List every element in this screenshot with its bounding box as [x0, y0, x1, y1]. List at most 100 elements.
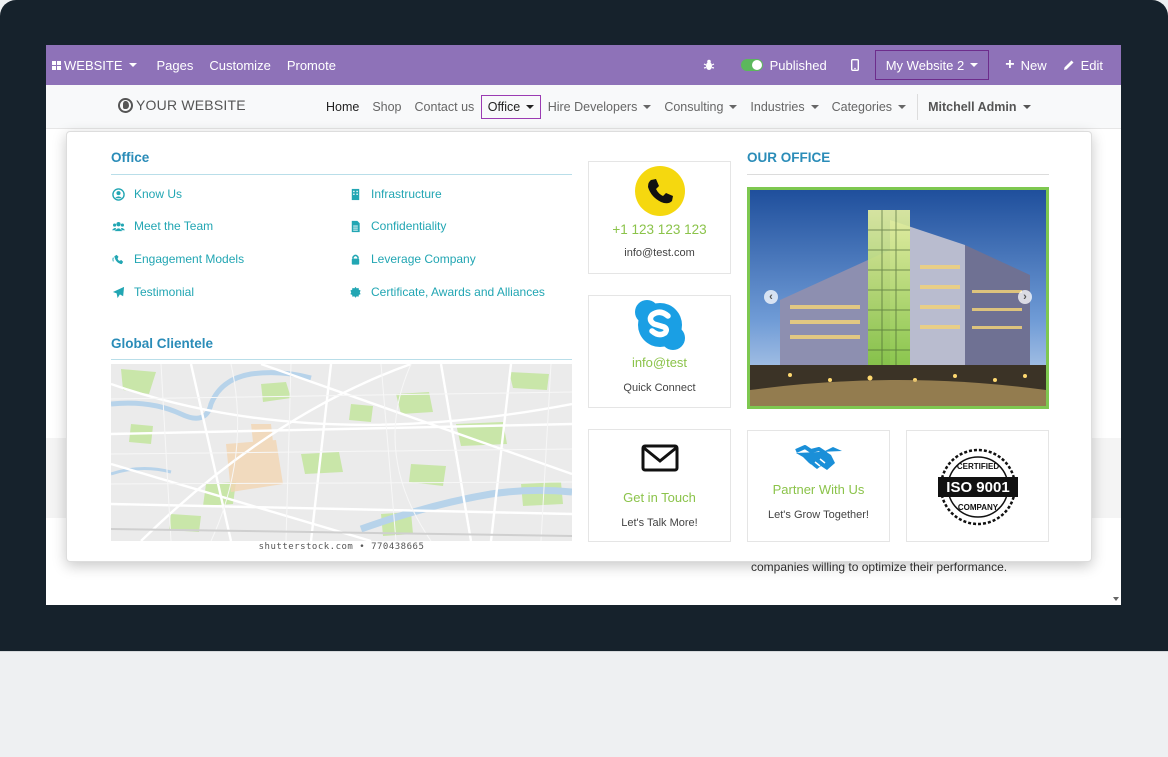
website-menu[interactable]: WEBSITE — [46, 45, 145, 85]
clientele-map — [111, 364, 572, 541]
caret-down-icon — [1022, 105, 1031, 109]
link-confidentiality[interactable]: Confidentiality — [348, 219, 446, 233]
promote-menu[interactable]: Promote — [279, 45, 344, 85]
carousel-next-button[interactable]: › — [1018, 290, 1032, 304]
caret-down-icon — [898, 105, 907, 109]
link-infrastructure-label: Infrastructure — [371, 187, 442, 201]
link-certificate-label: Certificate, Awards and Alliances — [371, 285, 545, 299]
nav-divider — [916, 94, 918, 120]
link-leverage-label: Leverage Company — [371, 252, 476, 266]
website-switcher[interactable]: My Website 2 — [874, 50, 990, 80]
partner-card[interactable]: Partner With Us Let's Grow Together! — [747, 430, 890, 542]
admin-bar-right: Published My Website 2 + New Edit — [695, 45, 1121, 85]
caret-down-icon — [970, 63, 979, 67]
customize-menu[interactable]: Customize — [201, 45, 278, 85]
office-section-title: Office — [111, 150, 150, 165]
iso-9001-seal: ISO 9001 CERTIFIED COMPANY — [937, 448, 1018, 526]
nav-contact[interactable]: Contact us — [408, 100, 481, 114]
skype-icon — [634, 300, 685, 350]
nav-shop[interactable]: Shop — [366, 100, 408, 114]
office-mega-menu: Office Know Us Meet the Team Engagement … — [66, 131, 1092, 562]
handshake-icon — [794, 445, 842, 470]
caret-down-icon — [810, 105, 819, 109]
carousel-prev-button[interactable]: ‹ — [764, 290, 778, 304]
our-office-title-rule — [747, 174, 1049, 175]
logo-text: YOUR WEBSITE — [136, 97, 246, 113]
nav-office[interactable]: Office — [480, 95, 542, 119]
get-in-touch-card[interactable]: Get in Touch Let's Talk More! — [588, 429, 731, 542]
volume-control-phone-icon — [111, 252, 125, 266]
envelope-icon — [641, 444, 678, 472]
map-caption: shutterstock.com • 770438665 — [258, 542, 425, 552]
phone-email: info@test.com — [624, 247, 695, 259]
iso-bottom-text: COMPANY — [957, 503, 998, 512]
admin-bar: WEBSITE Pages Customize Promote Publishe… — [46, 45, 1121, 85]
mobile-icon — [850, 59, 859, 71]
nav-hire-label: Hire Developers — [547, 100, 638, 114]
nav-categories[interactable]: Categories — [825, 100, 912, 114]
office-photo-carousel[interactable]: ‹ › — [747, 187, 1049, 409]
apps-grid-icon — [52, 60, 61, 70]
link-meet-team[interactable]: Meet the Team — [111, 219, 213, 233]
pages-menu[interactable]: Pages — [149, 45, 202, 85]
published-toggle[interactable]: Published — [733, 45, 835, 85]
nav-user-menu[interactable]: Mitchell Admin — [922, 100, 1037, 114]
link-leverage-company[interactable]: Leverage Company — [348, 252, 476, 266]
nav-categories-label: Categories — [831, 100, 893, 114]
skype-subtitle: Quick Connect — [623, 382, 696, 394]
nav-office-label: Office — [487, 100, 521, 114]
scroll-down-icon[interactable] — [1113, 597, 1119, 601]
nav-industries-label: Industries — [750, 100, 805, 114]
browser-viewport: WEBSITE Pages Customize Promote Publishe… — [46, 45, 1121, 605]
link-testimonial[interactable]: Testimonial — [111, 285, 194, 299]
edit-button[interactable]: Edit — [1055, 45, 1121, 85]
monitor-stand — [0, 651, 1168, 757]
lock-icon — [348, 252, 362, 266]
partner-subtitle: Let's Grow Together! — [768, 509, 869, 521]
pencil-icon — [1063, 60, 1074, 70]
mobile-preview-button[interactable] — [843, 45, 867, 85]
link-testimonial-label: Testimonial — [134, 285, 195, 299]
phone-card[interactable]: +1 123 123 123 info@test.com — [588, 161, 731, 274]
nav-industries[interactable]: Industries — [744, 100, 825, 114]
certificate-badge-icon — [348, 285, 362, 299]
caret-down-icon — [128, 63, 137, 67]
link-infrastructure[interactable]: Infrastructure — [348, 187, 442, 201]
caret-down-icon — [526, 105, 535, 109]
link-know-us[interactable]: Know Us — [111, 187, 182, 201]
get-in-touch-subtitle: Let's Talk More! — [621, 517, 698, 529]
our-office-title: OUR OFFICE — [747, 150, 831, 165]
iso-top-text: CERTIFIED — [956, 462, 998, 471]
toggle-switch-icon — [740, 59, 763, 71]
link-engagement-models[interactable]: Engagement Models — [111, 252, 244, 266]
site-logo[interactable]: YOUR WEBSITE — [118, 97, 246, 113]
file-text-icon — [348, 219, 362, 233]
website-switcher-label: My Website 2 — [885, 57, 965, 73]
new-button[interactable]: + New — [997, 45, 1054, 85]
caret-down-icon — [729, 105, 738, 109]
nav-hire-developers[interactable]: Hire Developers — [541, 100, 658, 114]
debug-button[interactable] — [695, 45, 723, 85]
nav-consulting[interactable]: Consulting — [658, 100, 744, 114]
plus-icon: + — [1005, 56, 1015, 73]
link-meet-team-label: Meet the Team — [134, 219, 214, 233]
link-certificate-awards[interactable]: Certificate, Awards and Alliances — [348, 285, 545, 299]
bug-icon — [703, 59, 714, 70]
building-icon — [348, 187, 362, 201]
published-label: Published — [769, 57, 827, 73]
nav-home[interactable]: Home — [319, 100, 365, 114]
edit-label: Edit — [1080, 57, 1103, 73]
website-menu-label: WEBSITE — [64, 57, 123, 73]
office-building-photo — [750, 190, 1046, 406]
globe-icon — [118, 97, 133, 113]
phone-icon — [634, 166, 685, 216]
link-engagement-label: Engagement Models — [134, 252, 245, 266]
site-header: YOUR WEBSITE Home Shop Contact us Office… — [46, 85, 1121, 129]
phone-number: +1 123 123 123 — [612, 222, 707, 237]
office-title-rule — [111, 174, 572, 175]
skype-card[interactable]: info@test Quick Connect — [588, 295, 731, 408]
iso-certification-card: ISO 9001 CERTIFIED COMPANY — [906, 430, 1049, 542]
link-know-us-label: Know Us — [134, 187, 183, 201]
page-body-text: companies willing to optimize their perf… — [751, 560, 1008, 574]
partner-title: Partner With Us — [772, 482, 865, 497]
